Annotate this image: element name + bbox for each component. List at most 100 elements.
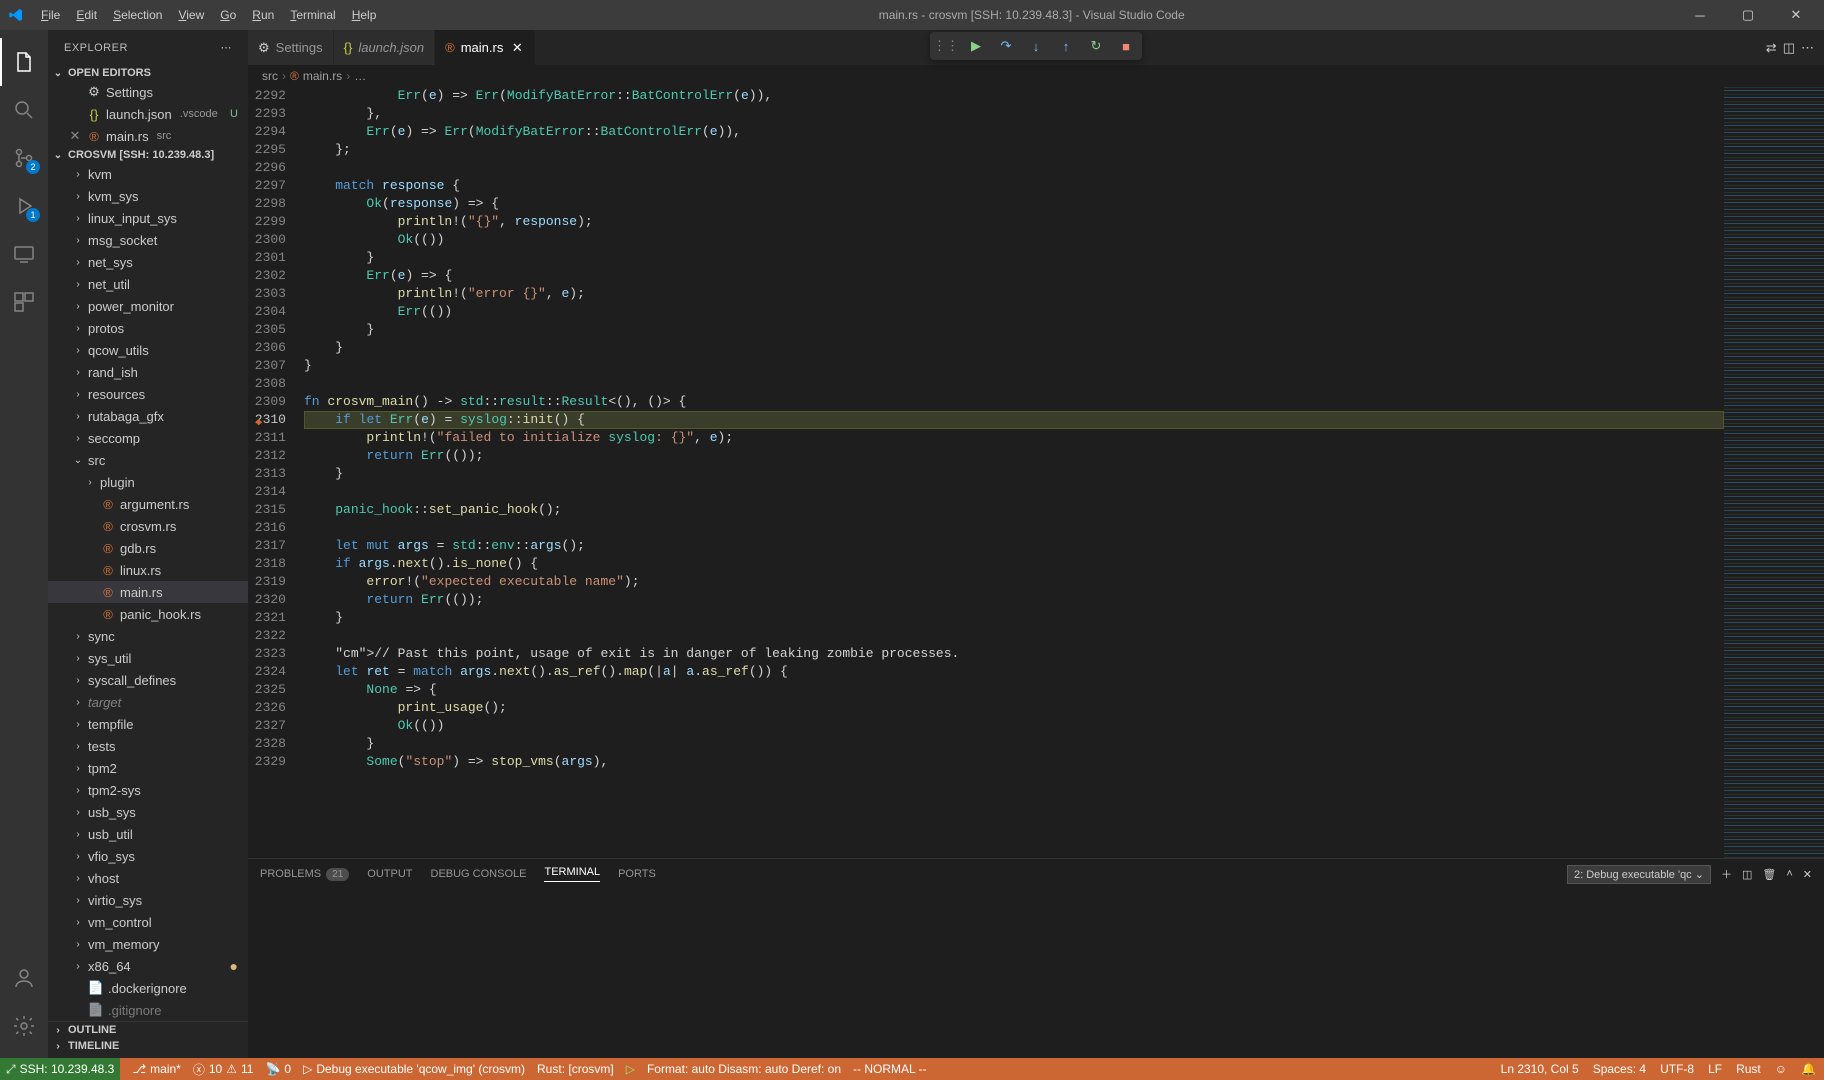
sidebar-more-icon[interactable]: ⋯ <box>221 41 233 54</box>
encoding[interactable]: UTF-8 <box>1660 1062 1694 1076</box>
menu-edit[interactable]: Edit <box>69 4 104 26</box>
tree-file[interactable]: ®main.rs <box>48 581 248 603</box>
workspace-section[interactable]: ⌄ CROSVM [SSH: 10.239.48.3] <box>48 147 248 163</box>
close-icon[interactable]: ✕ <box>509 40 525 56</box>
minimap[interactable] <box>1724 87 1824 858</box>
stop-icon[interactable]: ■ <box>1116 34 1136 58</box>
activity-debug[interactable]: 1 <box>0 182 48 230</box>
continue-icon[interactable]: ▶ <box>966 34 986 58</box>
radio-status[interactable]: 📡0 <box>265 1062 291 1076</box>
editor-tab[interactable]: ®main.rs✕ <box>435 30 536 65</box>
close-panel-icon[interactable]: ✕ <box>1803 868 1812 881</box>
tree-folder[interactable]: ›tempfile <box>48 713 248 735</box>
timeline-section[interactable]: › TIMELINE <box>48 1038 248 1054</box>
tree-folder[interactable]: ›linux_input_sys <box>48 207 248 229</box>
tree-folder[interactable]: ›target <box>48 691 248 713</box>
step-out-icon[interactable]: ↑ <box>1056 34 1076 58</box>
activity-extensions[interactable] <box>0 278 48 326</box>
menu-selection[interactable]: Selection <box>106 4 169 26</box>
tree-folder[interactable]: ›plugin <box>48 471 248 493</box>
tree-folder[interactable]: ⌄src <box>48 449 248 471</box>
menu-file[interactable]: File <box>34 4 67 26</box>
step-over-icon[interactable]: ↷ <box>996 34 1016 58</box>
crumb[interactable]: main.rs <box>303 69 342 83</box>
open-editor-item[interactable]: {}launch.json.vscodeU <box>48 103 248 125</box>
play-icon[interactable]: ▷ <box>626 1062 635 1076</box>
panel-tab-problems[interactable]: PROBLEMS 21 <box>260 868 349 881</box>
terminal-body[interactable] <box>248 889 1824 1058</box>
tree-folder[interactable]: ›virtio_sys <box>48 889 248 911</box>
activity-accounts[interactable] <box>0 954 48 1002</box>
tree-folder[interactable]: ›syscall_defines <box>48 669 248 691</box>
kill-terminal-icon[interactable]: 🗑 <box>1762 868 1776 881</box>
open-editor-item[interactable]: ⚙Settings <box>48 81 248 103</box>
tree-file[interactable]: ®panic_hook.rs <box>48 603 248 625</box>
rust-status[interactable]: Rust: [crosvm] <box>537 1062 614 1076</box>
tree-folder[interactable]: ›tpm2 <box>48 757 248 779</box>
cursor-position[interactable]: Ln 2310, Col 5 <box>1501 1062 1579 1076</box>
editor-tab[interactable]: {}launch.json <box>334 30 435 65</box>
tree-folder[interactable]: ›vfio_sys <box>48 845 248 867</box>
close-button[interactable]: ✕ <box>1776 0 1816 30</box>
tree-folder[interactable]: ›seccomp <box>48 427 248 449</box>
tree-folder[interactable]: ›vhost <box>48 867 248 889</box>
menu-go[interactable]: Go <box>213 4 243 26</box>
tree-folder[interactable]: ›resources <box>48 383 248 405</box>
code-view[interactable]: Err(e) => Err(ModifyBatError::BatControl… <box>304 87 1724 858</box>
line-gutter[interactable]: 2292229322942295229622972298229923002301… <box>248 87 304 858</box>
panel-tab-ports[interactable]: PORTS <box>618 868 656 880</box>
tree-folder[interactable]: ›tests <box>48 735 248 757</box>
minimize-button[interactable]: ─ <box>1680 0 1720 30</box>
tree-folder[interactable]: ›kvm_sys <box>48 185 248 207</box>
tree-folder[interactable]: ›qcow_utils <box>48 339 248 361</box>
drag-handle-icon[interactable]: ⋮⋮ <box>936 34 956 58</box>
debug-config[interactable]: ▷ Debug executable 'qcow_img' (crosvm) <box>303 1062 525 1076</box>
restart-icon[interactable]: ↻ <box>1086 34 1106 58</box>
open-editors-section[interactable]: ⌄ OPEN EDITORS <box>48 65 248 81</box>
activity-search[interactable] <box>0 86 48 134</box>
tree-folder[interactable]: ›power_monitor <box>48 295 248 317</box>
menu-view[interactable]: View <box>171 4 211 26</box>
breadcrumbs[interactable]: src › ® main.rs › … <box>248 65 1824 87</box>
tree-folder[interactable]: ›vm_memory <box>48 933 248 955</box>
format-status[interactable]: Format: auto Disasm: auto Deref: on <box>647 1062 841 1076</box>
editor-content[interactable]: 2292229322942295229622972298229923002301… <box>248 87 1824 858</box>
remote-indicator[interactable]: ⤢ SSH: 10.239.48.3 <box>0 1058 120 1080</box>
eol[interactable]: LF <box>1708 1062 1722 1076</box>
maximize-button[interactable]: ▢ <box>1728 0 1768 30</box>
step-into-icon[interactable]: ↓ <box>1026 34 1046 58</box>
terminal-select[interactable]: 2: Debug executable 'qc ⌄ <box>1567 865 1711 884</box>
tree-folder[interactable]: ›vm_control <box>48 911 248 933</box>
split-icon[interactable]: ◫ <box>1783 40 1795 56</box>
tree-folder[interactable]: ›kvm <box>48 163 248 185</box>
editor-tab[interactable]: ⚙Settings <box>248 30 334 65</box>
outline-section[interactable]: › OUTLINE <box>48 1021 248 1038</box>
activity-remote[interactable] <box>0 230 48 278</box>
tree-file[interactable]: ®argument.rs <box>48 493 248 515</box>
tree-folder[interactable]: ›usb_sys <box>48 801 248 823</box>
tree-folder[interactable]: ›rand_ish <box>48 361 248 383</box>
bell-icon[interactable]: 🔔 <box>1801 1062 1816 1076</box>
feedback-icon[interactable]: ☺ <box>1775 1062 1787 1076</box>
new-terminal-icon[interactable]: ＋ <box>1721 866 1732 882</box>
menu-help[interactable]: Help <box>345 4 384 26</box>
tree-folder[interactable]: ›sys_util <box>48 647 248 669</box>
crumb[interactable]: … <box>354 69 366 83</box>
tree-folder[interactable]: ›usb_util <box>48 823 248 845</box>
tree-folder[interactable]: ›protos <box>48 317 248 339</box>
compare-icon[interactable]: ⇄ <box>1766 40 1777 56</box>
menu-run[interactable]: Run <box>245 4 281 26</box>
panel-tab-terminal[interactable]: TERMINAL <box>544 866 600 882</box>
tree-folder[interactable]: ›rutabaga_gfx <box>48 405 248 427</box>
panel-tab-debug[interactable]: DEBUG CONSOLE <box>431 868 527 880</box>
more-icon[interactable]: ⋯ <box>1801 40 1814 56</box>
activity-explorer[interactable] <box>0 38 48 86</box>
tree-file[interactable]: ®linux.rs <box>48 559 248 581</box>
open-editor-item[interactable]: ✕®main.rssrc <box>48 125 248 147</box>
indentation[interactable]: Spaces: 4 <box>1593 1062 1646 1076</box>
tree-folder[interactable]: ›tpm2-sys <box>48 779 248 801</box>
language-mode[interactable]: Rust <box>1736 1062 1761 1076</box>
tree-file[interactable]: 📄.dockerignore <box>48 977 248 999</box>
tree-folder[interactable]: ›sync <box>48 625 248 647</box>
menu-terminal[interactable]: Terminal <box>283 4 342 26</box>
